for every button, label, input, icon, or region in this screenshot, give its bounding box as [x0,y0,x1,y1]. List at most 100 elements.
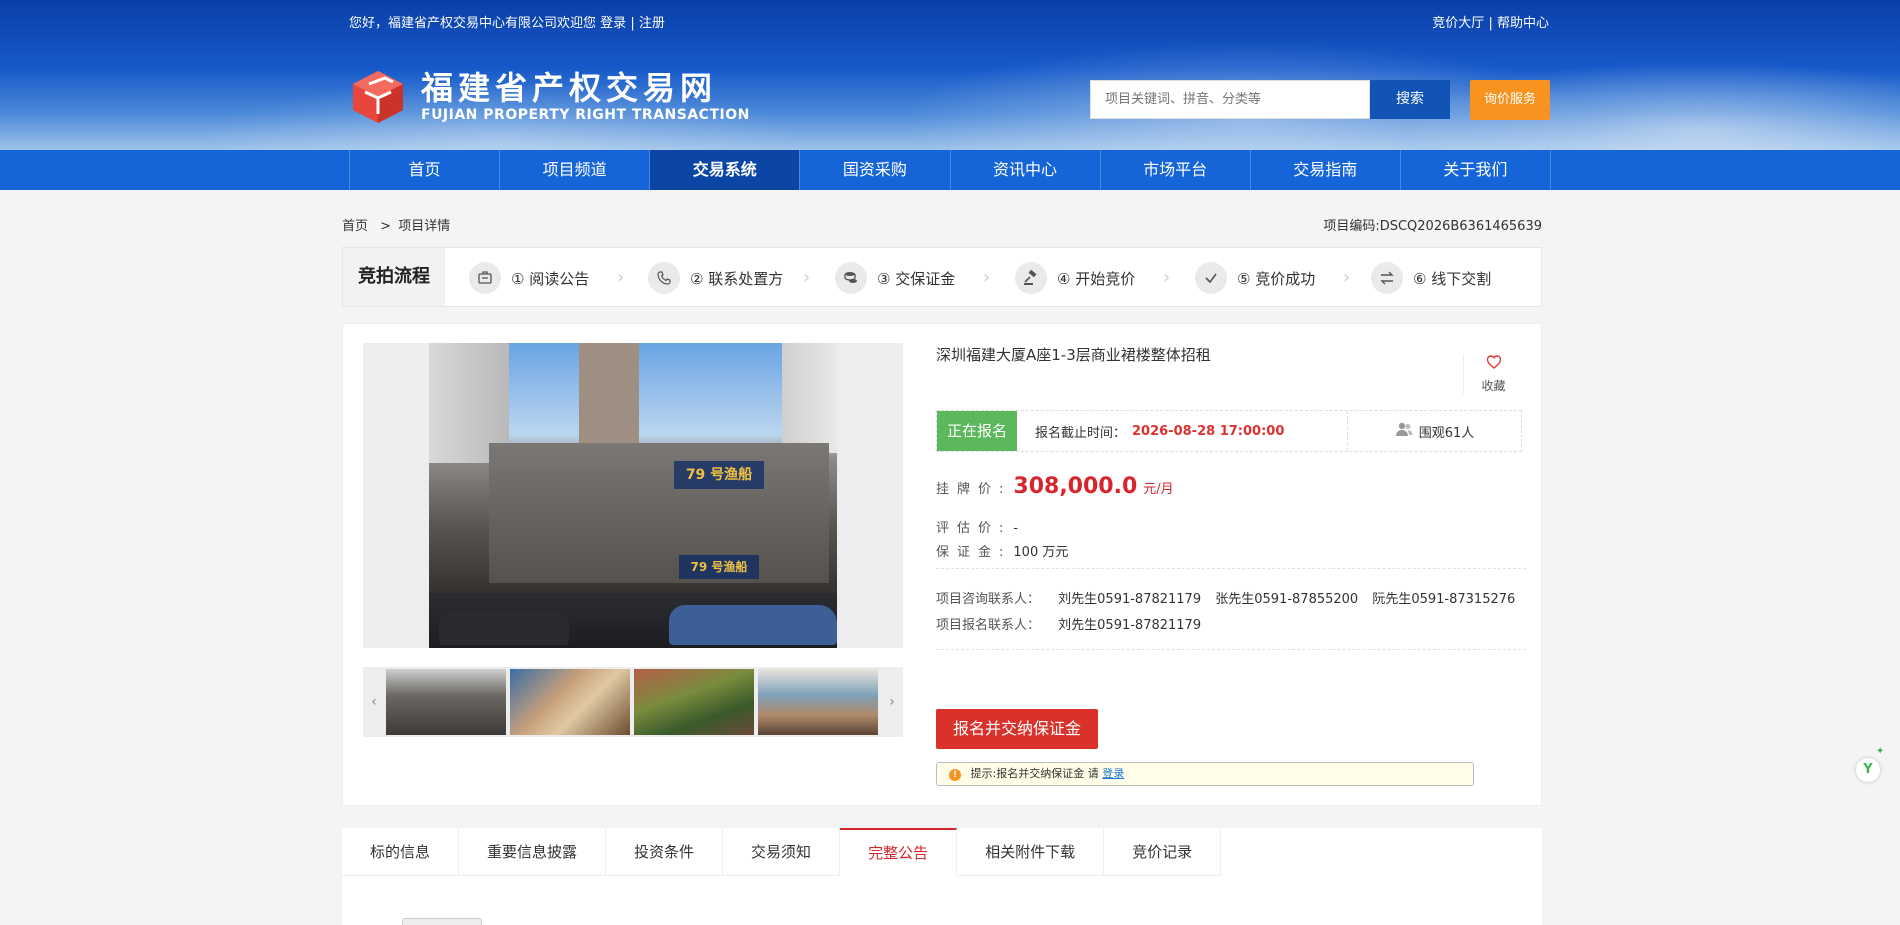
logo-text: 福建省产权交易网 FUJIAN PROPERTY RIGHT TRANSACTI… [421,70,750,124]
photo-facade [489,443,829,583]
tab-full-announcement[interactable]: 完整公告 [840,828,958,876]
logo-english-name: FUJIAN PROPERTY RIGHT TRANSACTION [421,107,750,123]
deposit-value: 100 万元 [1013,545,1069,560]
appraisal-row: 评估价: - [936,517,1018,536]
nav-item-projects[interactable]: 项目频道 [500,150,651,190]
project-title: 深圳福建大厦A座1-3层商业裙楼整体招租 [936,346,1211,364]
welcome-text: 您好，福建省产权交易中心有限公司欢迎您 [349,16,597,31]
consult-contact-2: 张先生0591-87855200 [1215,592,1359,607]
breadcrumb-home[interactable]: 首页 [342,219,368,234]
topbar-separator: | [1488,16,1493,31]
process-step-4: ④ 开始竞价 [1015,262,1135,294]
login-link[interactable]: 登录 [600,16,626,31]
content-placeholder [402,918,482,925]
site-logo[interactable]: 福建省产权交易网 FUJIAN PROPERTY RIGHT TRANSACTI… [349,68,750,126]
consult-contacts-label: 项目咨询联系人： [936,592,1041,607]
process-step-3: ③ 交保证金 [835,262,955,294]
welcome-bar: 您好，福建省产权交易中心有限公司欢迎您 登录 | 注册 [349,12,665,31]
colon: : [999,482,1004,497]
tab-attachments[interactable]: 相关附件下载 [957,828,1105,876]
appraisal-label: 评估价 [936,521,1000,536]
nav-item-trading-system[interactable]: 交易系统 [650,150,801,190]
deposit-label: 保证金 [936,545,1000,560]
logo-cube-icon [349,68,407,126]
topbar-links: 竞价大厅 | 帮助中心 [1432,12,1549,31]
consult-contact-1: 刘先生0591-87821179 [1058,592,1202,607]
nav-item-state-procurement[interactable]: 国资采购 [800,150,951,190]
breadcrumb-current: 项目详情 [398,219,451,234]
signup-contact: 刘先生0591-87821179 [1058,618,1202,633]
auction-process-bar: 竞拍流程 ① 阅读公告 › ② 联系处置方 › ③ 交保证金 › ④ 开始竞价 … [342,247,1542,307]
bidding-hall-link[interactable]: 竞价大厅 [1432,16,1484,31]
assistant-float-icon[interactable]: Y [1856,758,1880,782]
inquiry-service-button[interactable]: 询价服务 [1470,80,1550,120]
phone-icon [648,262,680,294]
nav-item-news[interactable]: 资讯中心 [951,150,1101,190]
listing-price-value: 308,000.0 [1013,474,1138,499]
signup-and-deposit-button[interactable]: 报名并交纳保证金 [936,709,1098,749]
colon: : [999,521,1004,536]
photo-building [579,343,639,443]
tab-bidding-records[interactable]: 竞价记录 [1104,828,1222,876]
status-badge: 正在报名 [937,411,1017,451]
photo-car [669,605,837,645]
thumbnail-strip: ‹ › [363,667,903,737]
process-step-2: ② 联系处置方 [648,262,783,294]
nav-item-home[interactable]: 首页 [350,150,501,190]
listing-price-unit: 元/月 [1143,482,1174,497]
status-row: 正在报名 报名截止时间： 2026-08-28 17:00:00 围观61人 [936,410,1522,452]
detail-tabs-panel: 标的信息 重要信息披露 投资条件 交易须知 完整公告 相关附件下载 竞价记录 [342,828,1542,925]
process-step-label: ④ 开始竞价 [1057,269,1136,288]
chevron-right-icon: › [983,267,991,288]
photo-building [782,343,837,453]
chevron-right-icon: › [617,267,625,288]
main-nav-items: 首页 项目频道 交易系统 国资采购 资讯中心 市场平台 交易指南 关于我们 [349,150,1551,190]
thumbnail-1[interactable] [386,669,506,735]
alert-icon: ! [949,769,961,781]
breadcrumb-separator: > [380,219,392,234]
deadline-value: 2026-08-28 17:00:00 [1132,423,1285,439]
process-step-label: ⑥ 线下交割 [1413,269,1492,288]
thumbnail-2[interactable] [510,669,630,735]
process-step-6: ⑥ 线下交割 [1371,262,1491,294]
coins-icon [835,262,867,294]
thumbnail-4[interactable] [758,669,878,735]
sparkle-icon: ✦ [1876,746,1885,757]
search-button[interactable]: 搜索 [1370,80,1450,119]
tab-subject-info[interactable]: 标的信息 [342,828,460,876]
tip-login-link[interactable]: 登录 [1102,767,1124,780]
deadline-label: 报名截止时间： [1035,425,1127,441]
thumb-next-arrow-icon[interactable]: › [881,667,903,737]
help-center-link[interactable]: 帮助中心 [1497,16,1549,31]
thumb-prev-arrow-icon[interactable]: ‹ [363,667,385,737]
view-count: 围观61人 [1347,411,1521,451]
process-step-1: ① 阅读公告 [469,262,589,294]
divider [936,568,1526,569]
process-step-label: ⑤ 竞价成功 [1237,269,1316,288]
login-tip: ! 提示:报名并交纳保证金 请 登录 [936,762,1474,786]
register-link[interactable]: 注册 [639,16,665,31]
exchange-icon [1371,262,1403,294]
process-step-label: ③ 交保证金 [877,269,956,288]
nav-item-guide[interactable]: 交易指南 [1251,150,1401,190]
process-step-label: ② 联系处置方 [690,269,784,288]
nav-item-market-platform[interactable]: 市场平台 [1101,150,1251,190]
photo-restaurant-sign: 79 号渔船 [674,461,764,489]
gavel-icon [1015,262,1047,294]
deposit-row: 保证金: 100 万元 [936,541,1068,560]
tab-disclosure[interactable]: 重要信息披露 [459,828,607,876]
heart-icon [1464,354,1523,375]
tab-investment-conditions[interactable]: 投资条件 [606,828,724,876]
process-step-5: ⑤ 竞价成功 [1195,262,1315,294]
check-icon [1195,262,1227,294]
thumbnail-3[interactable] [634,669,754,735]
project-main-photo[interactable]: 79 号渔船 79 号渔船 [429,343,837,648]
nav-item-about[interactable]: 关于我们 [1401,150,1551,190]
tab-trading-notes[interactable]: 交易须知 [723,828,841,876]
signup-contact-row: 项目报名联系人： 刘先生0591-87821179 [936,614,1201,633]
search-input[interactable] [1090,80,1370,119]
notice-icon [469,262,501,294]
logo-chinese-name: 福建省产权交易网 [421,69,718,107]
chevron-right-icon: › [803,267,811,288]
favorite-button[interactable]: 收藏 [1463,354,1523,394]
